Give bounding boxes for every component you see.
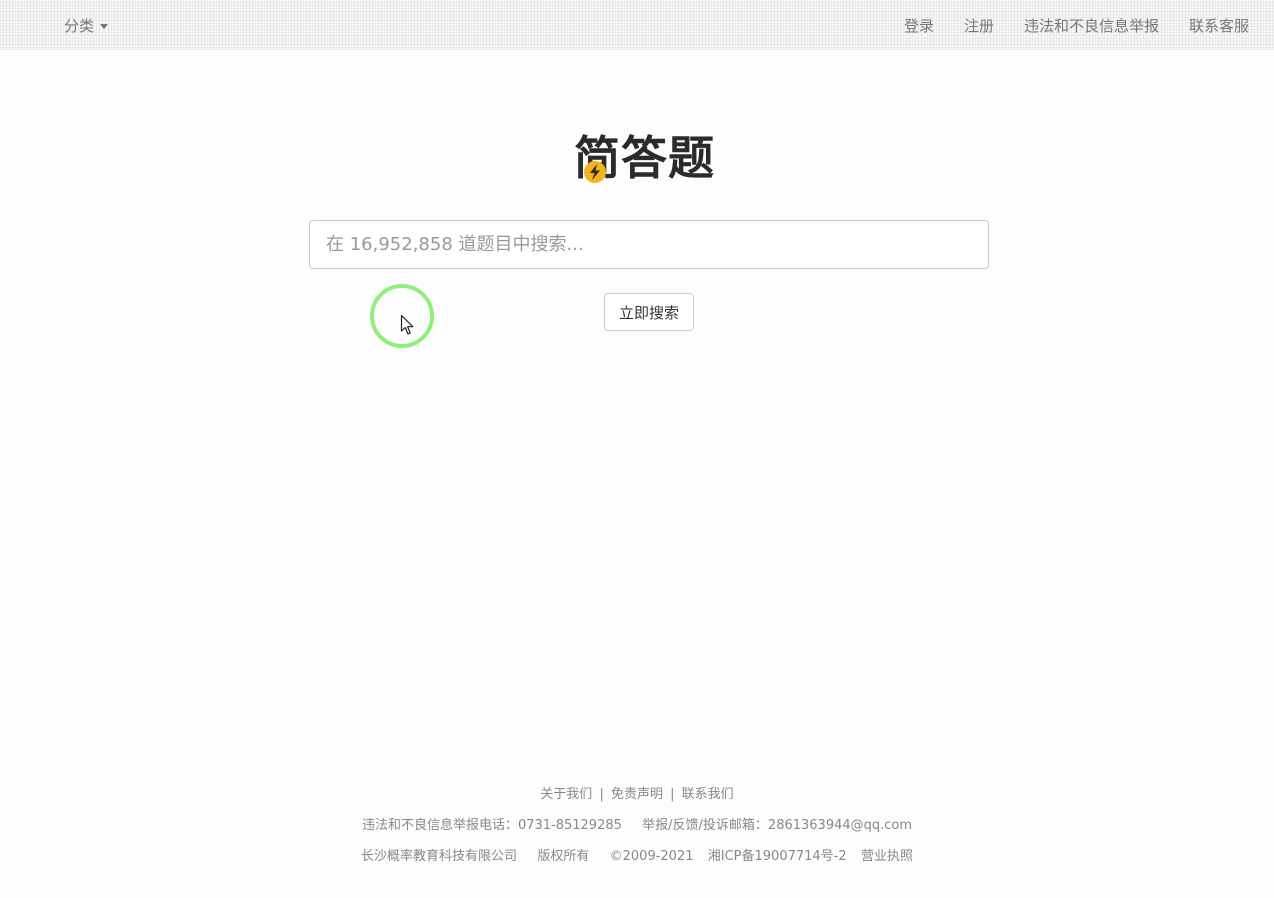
category-label: 分类 [64,16,95,35]
site-logo[interactable]: 简答题 [574,131,724,185]
rights-text: 版权所有 [537,849,590,864]
footer-links: 关于我们 | 免责声明 | 联系我们 [0,783,1274,802]
top-navbar: 分类 登录 注册 违法和不良信息举报 联系客服 [0,0,1274,50]
copyright-years: ©2009-2021 [609,849,694,864]
footer-separator: | [599,787,604,802]
report-email: 举报/反馈/投诉邮箱：2861363944@qq.com [642,818,913,833]
nav-links: 登录 注册 违法和不良信息举报 联系客服 [874,0,1249,50]
about-us-link[interactable]: 关于我们 [540,787,592,802]
disclaimer-link[interactable]: 免责声明 [611,787,663,802]
company-name: 长沙概率教育科技有限公司 [361,849,518,864]
contact-us-link[interactable]: 联系我们 [682,787,734,802]
report-link[interactable]: 违法和不良信息举报 [1024,15,1159,36]
footer-separator: | [670,787,675,802]
contact-support-link[interactable]: 联系客服 [1189,15,1249,36]
search-input[interactable] [309,220,989,269]
report-phone: 违法和不良信息举报电话：0731-85129285 [361,818,622,833]
category-dropdown[interactable]: 分类 [64,0,109,50]
footer-report-info: 违法和不良信息举报电话：0731-85129285 举报/反馈/投诉邮箱：286… [0,814,1274,833]
caret-down-icon [100,23,109,29]
icp-link[interactable]: 湘ICP备19007714号-2 [708,849,847,864]
register-link[interactable]: 注册 [964,15,994,36]
logo-lightning-icon [584,161,606,183]
footer-copyright: 长沙概率教育科技有限公司 版权所有 ©2009-2021 湘ICP备190077… [0,845,1274,864]
login-link[interactable]: 登录 [904,15,934,36]
business-license-link[interactable]: 营业执照 [861,849,913,864]
search-button[interactable]: 立即搜索 [604,293,694,331]
pointer-arrow-icon [400,314,414,335]
